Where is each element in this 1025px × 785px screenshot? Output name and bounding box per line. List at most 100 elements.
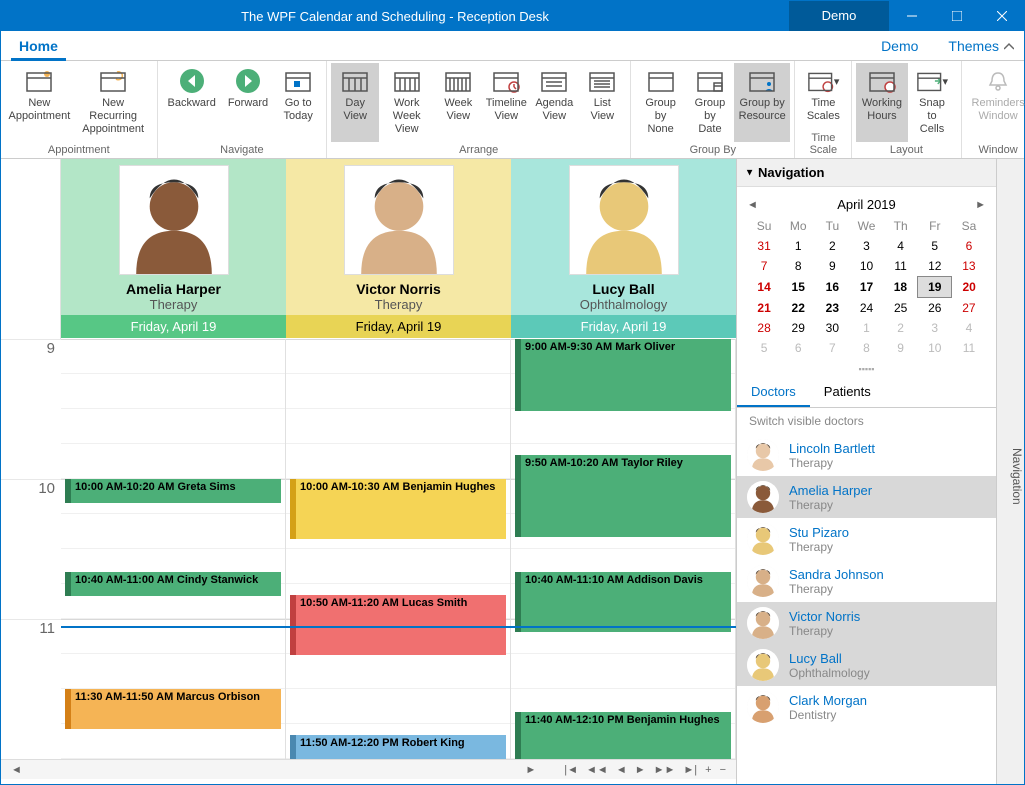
calendar-day[interactable]: 6 <box>781 338 815 358</box>
schedule-column[interactable]: 10:00 AM-10:30 AM Benjamin Hughes 10:50 A… <box>286 339 511 759</box>
calendar-day[interactable]: 3 <box>849 236 883 256</box>
calendar-day[interactable]: 7 <box>747 256 781 277</box>
calendar-day[interactable]: 14 <box>747 277 781 298</box>
calendar-day[interactable]: 4 <box>884 236 918 256</box>
calendar-day[interactable]: 4 <box>952 318 986 338</box>
nav-prev-fast-icon[interactable]: ◄◄ <box>582 764 612 776</box>
ribbon-tab-home[interactable]: Home <box>11 31 66 61</box>
appointment[interactable]: 10:50 AM-11:20 AM Lucas Smith <box>290 595 506 655</box>
calendar-day[interactable]: 8 <box>781 256 815 277</box>
doctor-list-item[interactable]: Amelia HarperTherapy <box>737 476 996 518</box>
patients-tab[interactable]: Patients <box>810 378 885 407</box>
calendar-day[interactable]: 16 <box>815 277 849 298</box>
minimize-button[interactable] <box>889 1 934 31</box>
calendar-day[interactable]: 24 <box>849 298 883 319</box>
doctors-tab[interactable]: Doctors <box>737 378 810 407</box>
doctor-list-item[interactable]: Lucy BallOphthalmology <box>737 644 996 686</box>
calendar-day[interactable]: 5 <box>747 338 781 358</box>
forward-button[interactable]: Forward <box>222 63 274 142</box>
calendar-day[interactable]: 30 <box>815 318 849 338</box>
doctor-list-item[interactable]: Stu PizaroTherapy <box>737 518 996 560</box>
calendar-day[interactable]: 25 <box>884 298 918 319</box>
working-hours-button[interactable]: WorkingHours <box>856 63 907 142</box>
nav-prev-icon[interactable]: ◄ <box>612 764 631 776</box>
calendar-day[interactable]: 6 <box>952 236 986 256</box>
timeline-view-button[interactable]: TimelineView <box>482 63 530 142</box>
maximize-button[interactable] <box>934 1 979 31</box>
navigation-vertical-tab[interactable]: Navigation <box>996 159 1024 784</box>
zoom-in-icon[interactable]: + <box>701 764 715 776</box>
nav-next-icon[interactable]: ► <box>631 764 650 776</box>
next-month-icon[interactable]: ► <box>975 199 986 211</box>
calendar-day[interactable]: 23 <box>815 298 849 319</box>
calendar-day[interactable]: 10 <box>849 256 883 277</box>
calendar-day[interactable]: 8 <box>849 338 883 358</box>
work-week-view-button[interactable]: Work WeekView <box>379 63 434 142</box>
day-view-button[interactable]: DayView <box>331 63 379 142</box>
calendar-day[interactable]: 2 <box>815 236 849 256</box>
doctor-list-item[interactable]: Lincoln BartlettTherapy <box>737 434 996 476</box>
calendar-day[interactable]: 27 <box>952 298 986 319</box>
appointment[interactable]: 9:50 AM-10:20 AM Taylor Riley <box>515 455 731 537</box>
nav-next-fast-icon[interactable]: ►► <box>650 764 680 776</box>
ribbon-link-themes[interactable]: Themes <box>948 38 999 54</box>
calendar-day[interactable]: 17 <box>849 277 883 298</box>
calendar-day[interactable]: 1 <box>781 236 815 256</box>
scroll-left-icon[interactable]: ◄ <box>7 764 26 776</box>
calendar-day[interactable]: 29 <box>781 318 815 338</box>
calendar-day[interactable]: 7 <box>815 338 849 358</box>
ribbon-link-demo[interactable]: Demo <box>881 38 918 54</box>
calendar-day[interactable]: 21 <box>747 298 781 319</box>
calendar-day[interactable]: 5 <box>918 236 952 256</box>
calendar-day[interactable]: 20 <box>952 277 986 298</box>
zoom-out-icon[interactable]: − <box>716 764 730 776</box>
agenda-view-button[interactable]: AgendaView <box>530 63 578 142</box>
calendar-day[interactable]: 15 <box>781 277 815 298</box>
appointment[interactable]: 11:40 AM-12:10 PM Benjamin Hughes <box>515 712 731 759</box>
appointment[interactable]: 10:40 AM-11:00 AM Cindy Stanwick <box>65 572 281 596</box>
snap-cells-button[interactable]: ▾Snap toCells <box>908 63 957 142</box>
schedule-column[interactable]: 9:00 AM-9:30 AM Mark Oliver 9:50 AM-10:20… <box>511 339 736 759</box>
calendar-day[interactable]: 2 <box>884 318 918 338</box>
calendar-day[interactable]: 1 <box>849 318 883 338</box>
calendar-day[interactable]: 11 <box>952 338 986 358</box>
calendar-day[interactable]: 9 <box>815 256 849 277</box>
calendar-day[interactable]: 22 <box>781 298 815 319</box>
calendar-day[interactable]: 12 <box>918 256 952 277</box>
calendar-day[interactable]: 26 <box>918 298 952 319</box>
schedule-grid[interactable]: 10:00 AM-10:20 AM Greta Sims 10:40 AM-11:… <box>61 339 736 759</box>
new-appointment-button[interactable]: NewAppointment <box>5 63 74 142</box>
appointment[interactable]: 9:00 AM-9:30 AM Mark Oliver <box>515 339 731 411</box>
calendar-day[interactable]: 10 <box>918 338 952 358</box>
list-view-button[interactable]: ListView <box>578 63 626 142</box>
calendar-day[interactable]: 9 <box>884 338 918 358</box>
doctor-list-item[interactable]: Sandra JohnsonTherapy <box>737 560 996 602</box>
group-none-button[interactable]: Groupby None <box>635 63 686 142</box>
calendar-day[interactable]: 19 <box>918 277 952 298</box>
week-view-button[interactable]: WeekView <box>434 63 482 142</box>
calendar-day[interactable]: 28 <box>747 318 781 338</box>
appointment[interactable]: 10:00 AM-10:20 AM Greta Sims <box>65 479 281 503</box>
calendar-day[interactable]: 18 <box>884 277 918 298</box>
navigation-header[interactable]: Navigation <box>737 159 996 187</box>
schedule-column[interactable]: 10:00 AM-10:20 AM Greta Sims 10:40 AM-11:… <box>61 339 286 759</box>
appointment[interactable]: 10:00 AM-10:30 AM Benjamin Hughes <box>290 479 506 539</box>
go-today-button[interactable]: Go toToday <box>274 63 322 142</box>
calendar-day[interactable]: 31 <box>747 236 781 256</box>
demo-mode-tab[interactable]: Demo <box>789 1 889 31</box>
nav-last-icon[interactable]: ►| <box>679 764 701 776</box>
doctor-list-item[interactable]: Clark MorganDentistry <box>737 686 996 728</box>
time-scales-button[interactable]: ▾TimeScales <box>799 63 847 130</box>
new-recurring-button[interactable]: New RecurringAppointment <box>74 63 153 142</box>
collapse-ribbon-icon[interactable] <box>1004 39 1014 57</box>
scroll-right-icon[interactable]: ► <box>521 764 540 776</box>
appointment[interactable]: 10:40 AM-11:10 AM Addison Davis <box>515 572 731 632</box>
group-resource-button[interactable]: Group byResource <box>734 63 790 142</box>
close-button[interactable] <box>979 1 1024 31</box>
calendar-day[interactable]: 3 <box>918 318 952 338</box>
backward-button[interactable]: Backward <box>162 63 222 142</box>
appointment[interactable]: 11:30 AM-11:50 AM Marcus Orbison <box>65 689 281 729</box>
appointment[interactable]: 11:50 AM-12:20 PM Robert King <box>290 735 506 759</box>
doctor-list-item[interactable]: Victor NorrisTherapy <box>737 602 996 644</box>
group-date-button[interactable]: Groupby Date <box>686 63 734 142</box>
